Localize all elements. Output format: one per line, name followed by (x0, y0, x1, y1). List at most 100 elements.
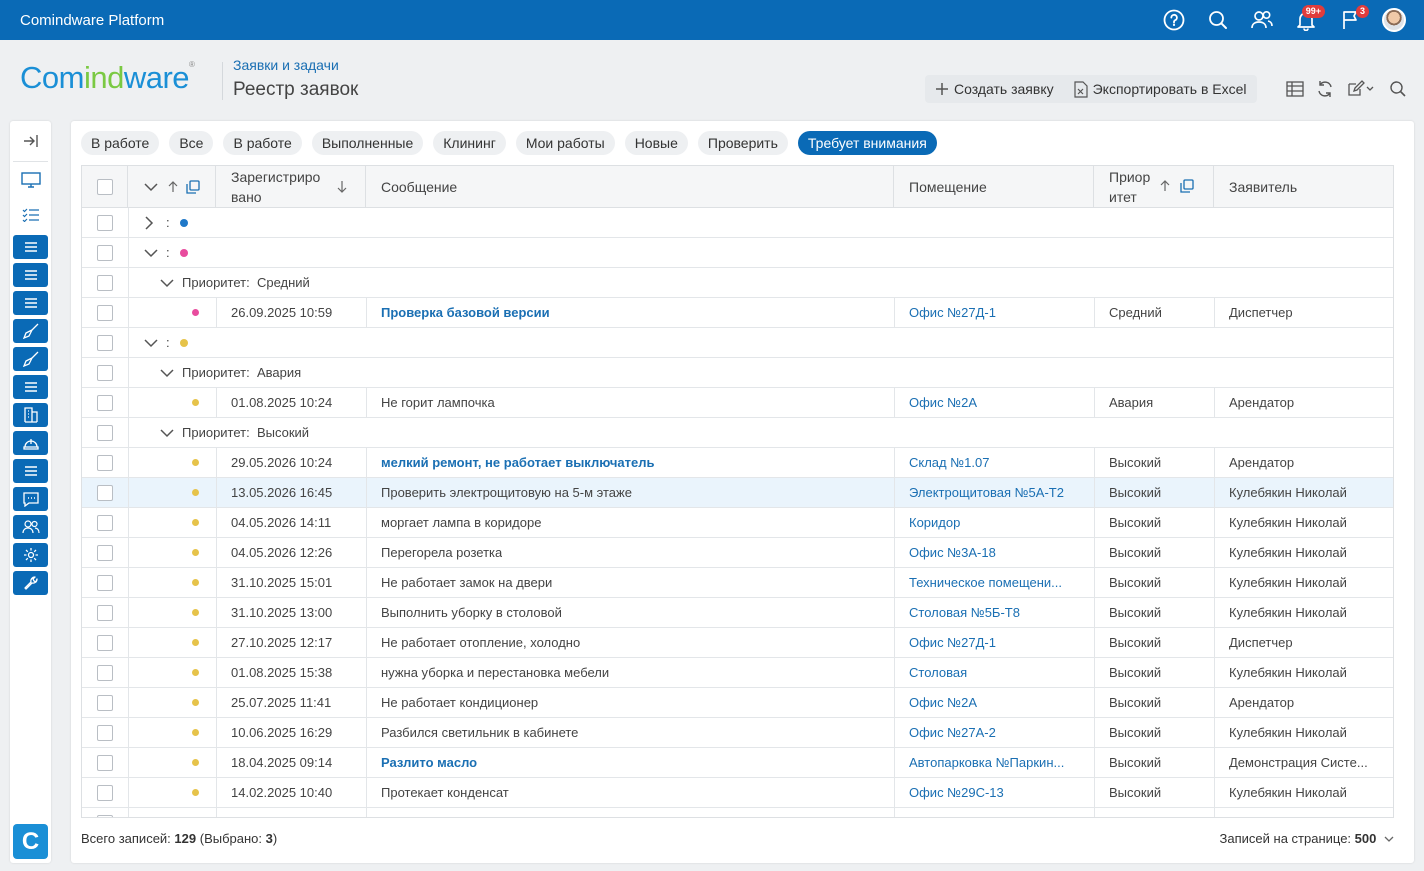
comindware-c-logo[interactable]: C (13, 824, 48, 859)
row-checkbox[interactable] (97, 484, 113, 501)
row-checkbox[interactable] (97, 604, 113, 621)
list-icon[interactable] (13, 235, 48, 259)
bell-icon[interactable]: 99+ (1284, 0, 1328, 40)
row-checkbox[interactable] (97, 544, 113, 561)
chevron-down-icon[interactable] (160, 418, 174, 447)
table-row[interactable]: 26.09.2025 10:59 Проверка базовой версии О… (82, 298, 1393, 328)
tab-filter[interactable]: Выполненные (311, 131, 424, 155)
group-row[interactable]: : (82, 208, 1393, 238)
select-all-checkbox[interactable] (96, 178, 113, 195)
cell-room-link[interactable]: Техническое помещени... (909, 575, 1062, 590)
cell-message[interactable]: Проверить электрощитовую на 5-м этаже (381, 478, 632, 507)
row-checkbox[interactable] (97, 214, 113, 231)
subgroup-row[interactable]: Приоритет: Авария (82, 358, 1393, 388)
table-row[interactable]: 04.05.2026 14:11 моргает лампа в коридоре… (82, 508, 1393, 538)
row-checkbox[interactable] (97, 454, 113, 471)
row-checkbox[interactable] (97, 724, 113, 741)
cell-room-link[interactable]: Офис №27Д-1 (909, 305, 996, 320)
cell-message[interactable]: Перегорела розетка (381, 538, 502, 567)
cell-room-link[interactable]: Офис №3А-18 (909, 545, 996, 560)
tab-filter[interactable]: Все (169, 131, 214, 155)
tasks-icon[interactable] (13, 203, 48, 227)
chevron-down-icon[interactable] (144, 182, 158, 192)
cell-message[interactable]: Проверка базовой версии (381, 298, 550, 327)
table-row[interactable]: 27.10.2025 12:17 Не работает отопление, х… (82, 628, 1393, 658)
gear-icon[interactable] (13, 543, 48, 567)
group-copy-icon[interactable] (186, 179, 200, 194)
row-checkbox[interactable] (97, 424, 113, 441)
row-checkbox[interactable] (97, 244, 113, 261)
table-row[interactable]: 14.02.2025 10:40 Протекает конденсат Офис … (82, 778, 1393, 808)
table-row[interactable]: 04.05.2026 12:26 Перегорела розетка Офис №… (82, 538, 1393, 568)
cell-message[interactable]: Не горит лампочка (381, 388, 495, 417)
cell-room-link[interactable]: Офис №27Д-1 (909, 635, 996, 650)
row-checkbox[interactable] (97, 304, 113, 321)
row-checkbox[interactable] (97, 694, 113, 711)
search-grid-icon[interactable] (1383, 75, 1413, 103)
row-checkbox[interactable] (97, 334, 113, 351)
help-icon[interactable] (1152, 0, 1196, 40)
group-row[interactable]: : (82, 328, 1393, 358)
table-row[interactable]: 18.04.2025 09:14 Разлито масло Автопарковк… (82, 748, 1393, 778)
table-row[interactable]: 13.05.2026 16:45 Проверить электрощитовую… (82, 478, 1393, 508)
cell-message[interactable]: моргает лампа в коридоре (381, 508, 541, 537)
refresh-icon[interactable] (1310, 75, 1340, 103)
chevron-down-icon[interactable] (160, 358, 174, 387)
cell-room-link[interactable]: Офис №2А (909, 395, 977, 410)
tab-filter[interactable]: Проверить (697, 131, 788, 155)
group-copy-icon[interactable] (1180, 179, 1194, 193)
broom-icon[interactable] (13, 319, 48, 343)
sort-up-icon[interactable] (168, 180, 178, 193)
row-checkbox[interactable] (97, 274, 113, 291)
building-icon[interactable] (13, 403, 48, 427)
row-checkbox[interactable] (97, 574, 113, 591)
tab-filter[interactable]: В работе (223, 131, 302, 155)
chevron-down-icon[interactable] (144, 238, 158, 267)
export-excel-button[interactable]: Экспортировать в Excel (1064, 75, 1257, 103)
room-header[interactable]: Помещение (894, 166, 1094, 207)
cell-room-link[interactable]: Автопарковка №Паркин... (909, 755, 1064, 770)
row-checkbox[interactable] (97, 634, 113, 651)
cell-room-link[interactable]: Офис №27А-2 (909, 725, 996, 740)
tab-filter[interactable]: Мои работы (515, 131, 615, 155)
cell-room-link[interactable]: Электрощитовая №5А-Т2 (909, 485, 1064, 500)
message-header[interactable]: Сообщение (366, 166, 894, 207)
list-icon[interactable] (13, 459, 48, 483)
wrench-icon[interactable] (13, 571, 48, 595)
tab-filter[interactable]: Новые (624, 131, 688, 155)
cell-message[interactable]: Не работает кондиционер (381, 688, 538, 717)
row-checkbox[interactable] (97, 364, 113, 381)
cell-room-link[interactable]: Офис №29С-13 (909, 785, 1004, 800)
subgroup-row[interactable]: Приоритет: Средний (82, 268, 1393, 298)
expand-sidebar-icon[interactable] (13, 129, 48, 153)
cell-room-link[interactable]: Столовая №5Б-Т8 (909, 605, 1020, 620)
chat-icon[interactable] (13, 487, 48, 511)
subgroup-row[interactable]: Приоритет: Высокий (82, 418, 1393, 448)
search-icon[interactable] (1196, 0, 1240, 40)
users-icon[interactable] (1240, 0, 1284, 40)
cell-message[interactable]: Выполнить уборку в столовой (381, 598, 562, 627)
cell-room-link[interactable]: Офис №29С-13 (909, 815, 1004, 817)
group-row[interactable]: : (82, 238, 1393, 268)
tab-filter[interactable]: Клининг (433, 131, 506, 155)
row-checkbox[interactable] (97, 754, 113, 771)
row-checkbox[interactable] (97, 814, 113, 817)
row-checkbox[interactable] (97, 514, 113, 531)
table-row[interactable]: 12.02.2025 10:59 Убрать в кабинете 26-26 О… (82, 808, 1393, 817)
table-row[interactable]: 31.10.2025 13:00 Выполнить уборку в столо… (82, 598, 1393, 628)
table-row[interactable]: 10.06.2025 16:29 Разбился светильник в ка… (82, 718, 1393, 748)
table-row[interactable]: 01.08.2025 10:24 Не горит лампочка Офис №2… (82, 388, 1393, 418)
chevron-right-icon[interactable] (144, 208, 154, 237)
table-view-icon[interactable] (1280, 75, 1310, 103)
applicant-header[interactable]: Заявитель (1214, 166, 1393, 207)
sort-up-icon[interactable] (1160, 180, 1170, 192)
cell-message[interactable]: Разбился светильник в кабинете (381, 718, 578, 747)
priority-header[interactable]: Приор итет (1094, 166, 1214, 207)
cell-message[interactable]: Не работает отопление, холодно (381, 628, 580, 657)
per-page-selector[interactable]: Записей на странице: 500 (1220, 831, 1394, 846)
cell-message[interactable]: Разлито масло (381, 748, 477, 777)
cell-room-link[interactable]: Коридор (909, 515, 960, 530)
table-row[interactable]: 25.07.2025 11:41 Не работает кондиционер О… (82, 688, 1393, 718)
chevron-down-icon[interactable] (144, 328, 158, 357)
create-request-button[interactable]: Создать заявку (925, 75, 1064, 103)
